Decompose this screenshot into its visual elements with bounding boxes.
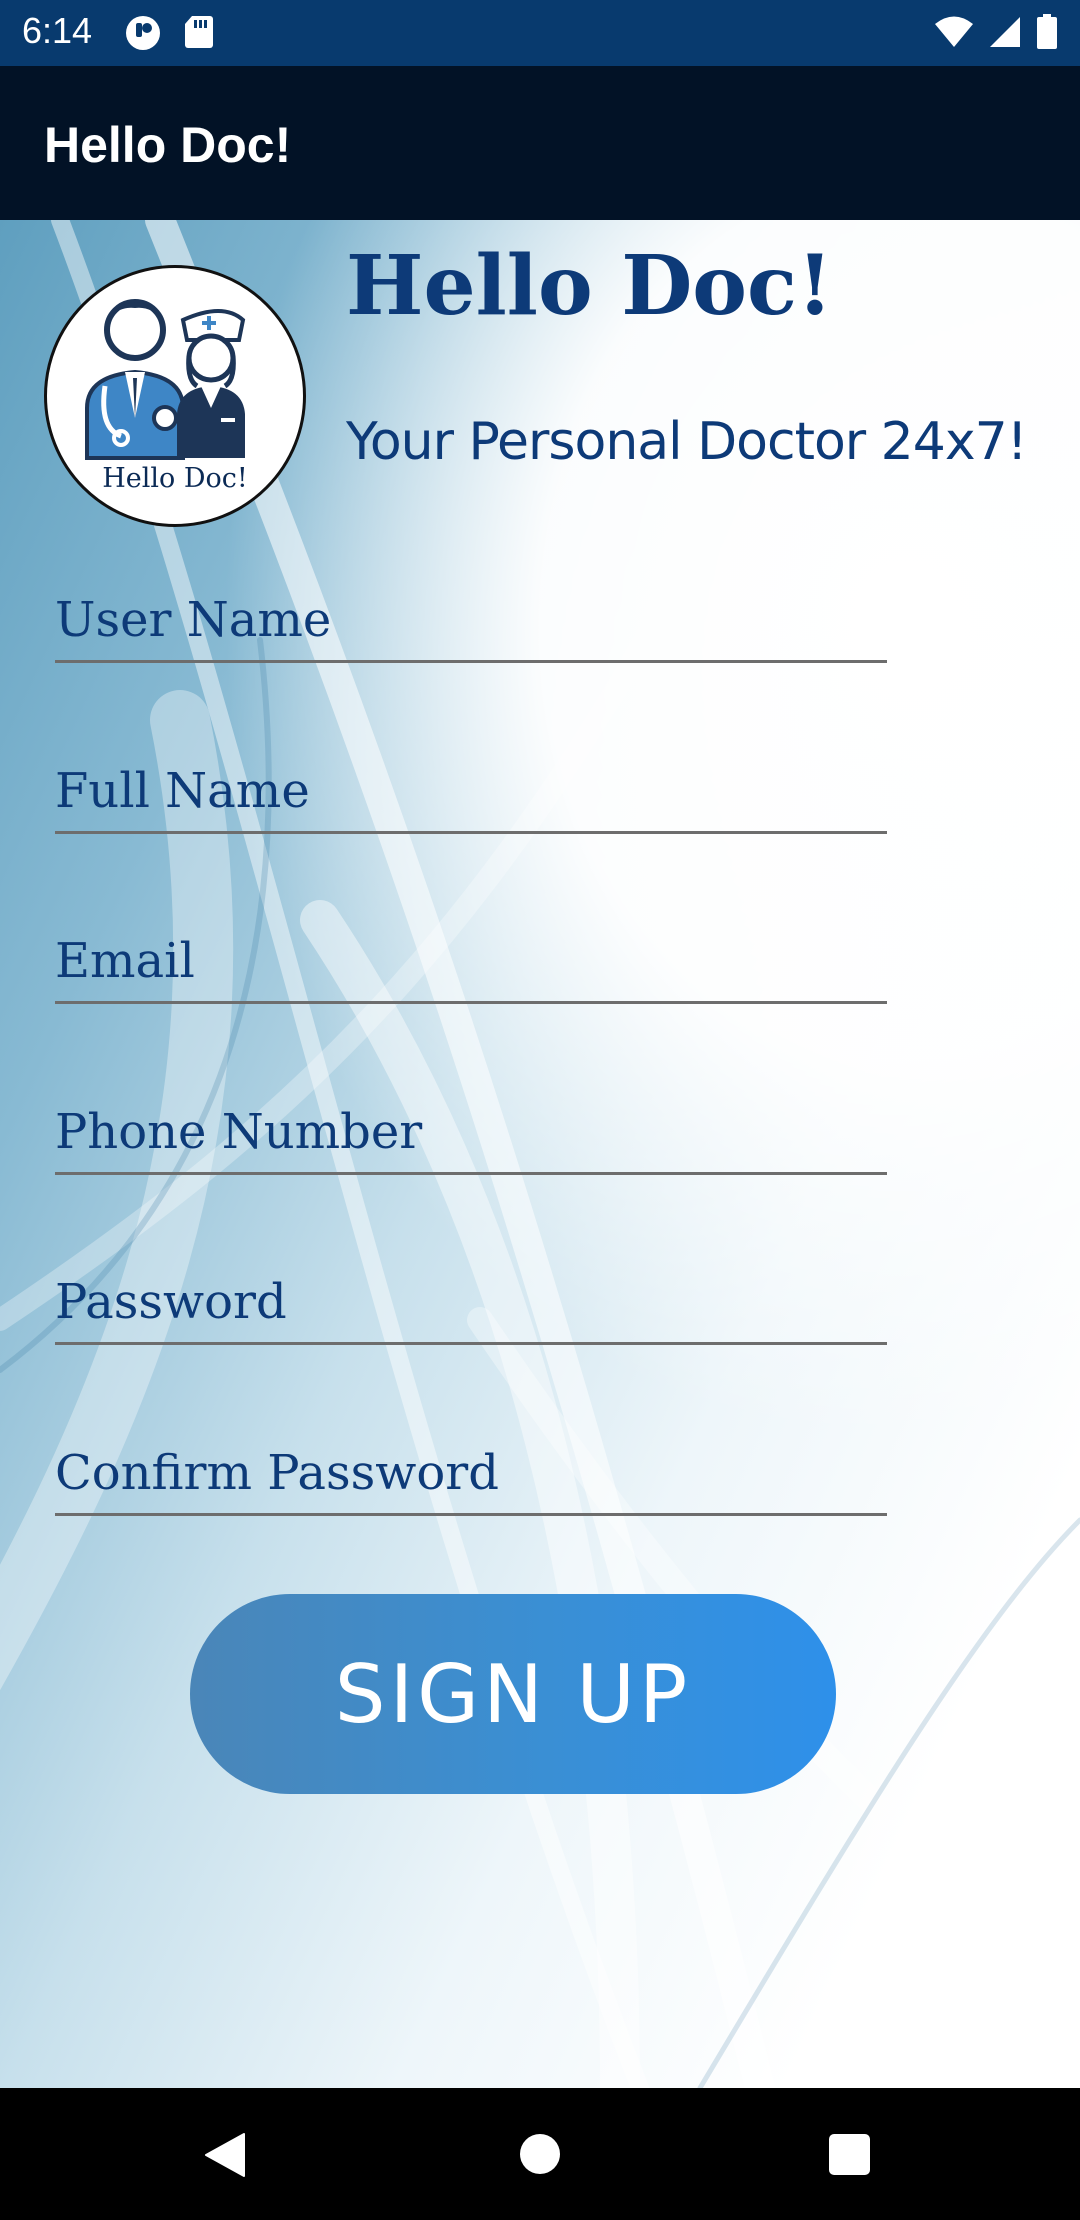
logo-caption: Hello Doc! xyxy=(102,463,248,494)
cell-signal-icon xyxy=(988,15,1022,54)
status-bar: 6:14 xyxy=(0,0,1080,66)
home-icon[interactable] xyxy=(520,2134,560,2174)
sign-up-button[interactable]: SIGN UP xyxy=(190,1594,836,1794)
user-name-field[interactable] xyxy=(55,580,887,663)
phone-number-field[interactable] xyxy=(55,1092,887,1175)
user-name-input[interactable] xyxy=(55,580,887,660)
full-name-input[interactable] xyxy=(55,751,887,831)
battery-icon xyxy=(1036,14,1058,55)
confirm-password-input[interactable] xyxy=(55,1433,887,1513)
recents-icon[interactable] xyxy=(829,2134,870,2175)
email-input[interactable] xyxy=(55,921,887,1001)
brand-subtitle: Your Personal Doctor 24x7! xyxy=(346,412,1028,472)
navigation-bar xyxy=(0,2088,1080,2220)
brand-title: Hello Doc! xyxy=(346,238,833,334)
confirm-password-field[interactable] xyxy=(55,1433,887,1516)
app-bar: Hello Doc! xyxy=(0,66,1080,220)
password-input[interactable] xyxy=(55,1262,887,1342)
status-time: 6:14 xyxy=(22,10,93,51)
notification-icon xyxy=(124,14,162,57)
back-icon[interactable] xyxy=(204,2132,246,2183)
password-field[interactable] xyxy=(55,1262,887,1345)
wifi-icon xyxy=(934,15,974,54)
email-field[interactable] xyxy=(55,921,887,1004)
phone-number-input[interactable] xyxy=(55,1092,887,1172)
app-bar-title: Hello Doc! xyxy=(44,117,292,173)
app-logo: Hello Doc! xyxy=(44,265,306,527)
full-name-field[interactable] xyxy=(55,751,887,834)
sd-card-icon xyxy=(184,14,214,57)
signup-screen: Hello Doc! Hello Doc! Your Personal Doct… xyxy=(0,220,1080,2088)
